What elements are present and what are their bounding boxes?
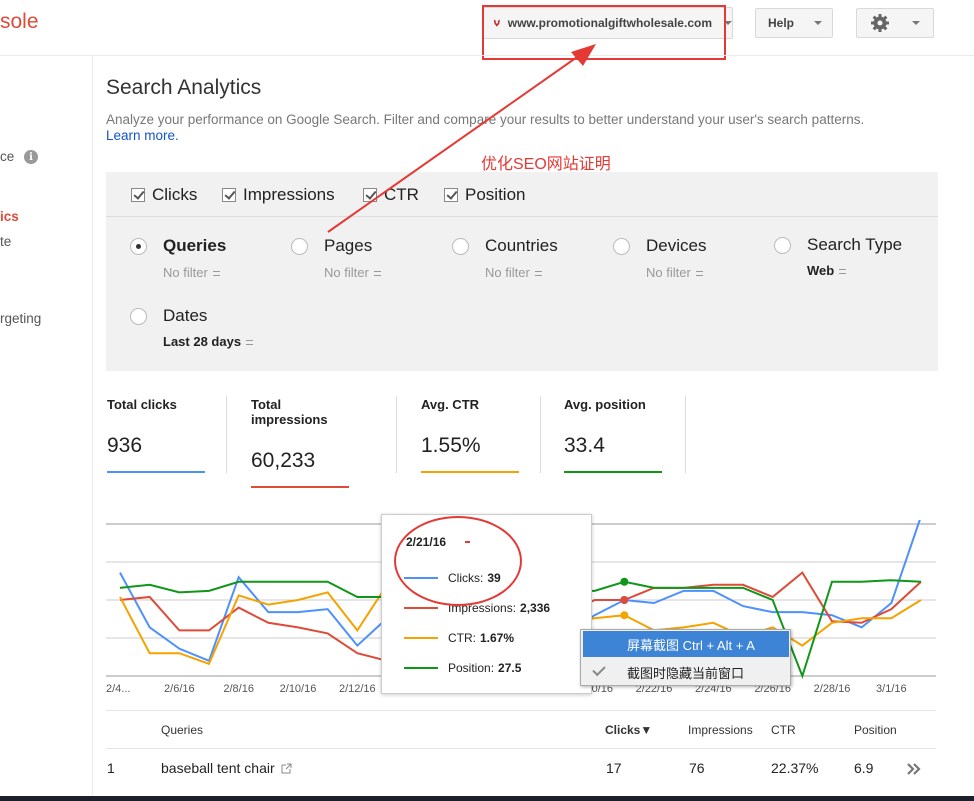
x-tick-label: 2/6/16 xyxy=(164,683,195,695)
double-chevron-right-icon[interactable] xyxy=(906,763,922,775)
context-menu: 屏幕截图 Ctrl + Alt + A 截图时隐藏当前窗口 xyxy=(580,629,791,686)
x-tick-label: 3/1/16 xyxy=(876,683,907,695)
hover-point-ctr xyxy=(620,611,629,620)
col-header-impressions[interactable]: Impressions xyxy=(688,723,753,737)
legend-swatch xyxy=(404,667,438,669)
total-impressions-metric[interactable]: Total impressions 60,233 xyxy=(251,397,349,488)
avg-ctr-bar xyxy=(421,471,519,473)
legend-swatch xyxy=(404,607,438,609)
x-tick-label: 2/10/16 xyxy=(280,683,317,695)
table-header-divider xyxy=(106,748,936,749)
row-position: 6.9 xyxy=(854,760,874,776)
hide-window-menu-item[interactable]: 截图时隐藏当前窗口 xyxy=(583,659,789,685)
tooltip-name: CTR: xyxy=(448,631,476,645)
avg-position-label: Avg. position xyxy=(564,397,646,412)
row-index: 1 xyxy=(107,760,115,776)
tooltip-row-position: Position: 27.5 xyxy=(404,661,521,675)
avg-position-bar xyxy=(564,471,662,473)
total-clicks-value: 936 xyxy=(107,434,143,457)
metric-divider xyxy=(396,396,397,473)
table-top-divider xyxy=(106,710,936,711)
total-impressions-value: 60,233 xyxy=(251,449,316,472)
x-tick-label: 2/12/16 xyxy=(339,683,376,695)
annotation-mark xyxy=(465,541,470,543)
hover-point-position xyxy=(620,577,629,586)
avg-ctr-value: 1.55% xyxy=(421,434,481,457)
col-header-queries[interactable]: Queries xyxy=(161,723,203,737)
x-tick-label: 2/4... xyxy=(106,683,130,695)
hover-point-impressions xyxy=(620,596,629,604)
row-ctr: 22.37% xyxy=(771,760,819,776)
metric-divider xyxy=(685,396,686,473)
hide-window-label: 截图时隐藏当前窗口 xyxy=(627,665,745,681)
tooltip-row-ctr: CTR: 1.67% xyxy=(404,631,514,645)
taskbar-strip xyxy=(0,796,974,801)
col-header-ctr[interactable]: CTR xyxy=(771,723,796,737)
x-tick-label: 2/28/16 xyxy=(814,683,851,695)
search-console-page: sole www.promotionalgiftwholesale.com He… xyxy=(0,0,974,801)
col-header-position[interactable]: Position xyxy=(854,723,897,737)
legend-swatch xyxy=(404,637,438,639)
avg-position-metric[interactable]: Avg. position 33.4 xyxy=(564,397,662,473)
metric-divider xyxy=(540,396,541,473)
external-link-icon[interactable] xyxy=(281,763,292,774)
avg-ctr-label: Avg. CTR xyxy=(421,397,480,412)
total-clicks-label: Total clicks xyxy=(107,397,177,412)
x-tick-label: 2/8/16 xyxy=(223,683,254,695)
checkmark-icon xyxy=(592,662,606,677)
avg-ctr-metric[interactable]: Avg. CTR 1.55% xyxy=(421,397,519,473)
row-query-text: baseball tent chair xyxy=(161,760,275,776)
avg-position-value: 33.4 xyxy=(564,434,605,457)
row-impressions: 76 xyxy=(689,760,705,776)
total-clicks-bar xyxy=(107,471,205,473)
annotation-circle xyxy=(394,516,522,606)
total-impressions-bar xyxy=(251,486,349,488)
row-clicks: 17 xyxy=(606,760,622,776)
tooltip-value: 1.67% xyxy=(480,631,515,645)
col-header-clicks[interactable]: Clicks▼ xyxy=(605,723,652,737)
total-impressions-label: Total impressions xyxy=(251,397,328,427)
screenshot-menu-item[interactable]: 屏幕截图 Ctrl + Alt + A xyxy=(583,631,789,657)
tooltip-value: 27.5 xyxy=(498,661,522,675)
tooltip-name: Position: xyxy=(448,661,495,675)
row-query[interactable]: baseball tent chair xyxy=(161,760,292,776)
tooltip-value: 2,336 xyxy=(520,601,551,615)
metric-divider xyxy=(226,396,227,473)
total-clicks-metric[interactable]: Total clicks 936 xyxy=(107,397,205,473)
